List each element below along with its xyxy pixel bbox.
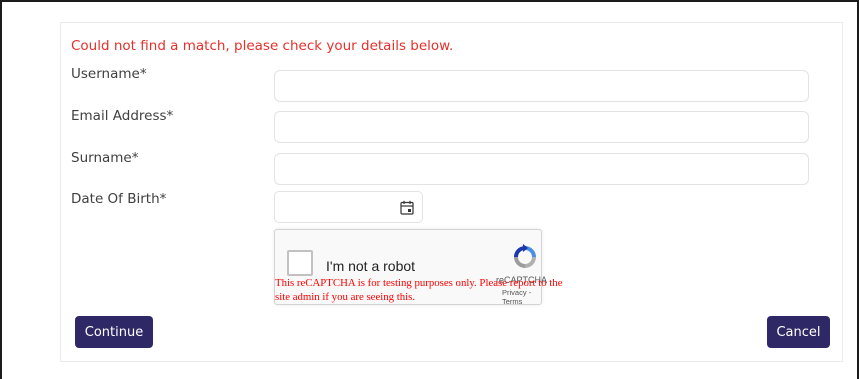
calendar-icon[interactable]: [400, 200, 414, 215]
recaptcha-logo-icon: [514, 244, 536, 268]
email-label: Email Address*: [71, 108, 174, 124]
username-label: Username*: [71, 66, 147, 82]
recaptcha-checkbox[interactable]: [287, 250, 313, 276]
cancel-button[interactable]: Cancel: [767, 316, 830, 348]
dob-input[interactable]: [274, 191, 423, 223]
dob-label: Date Of Birth*: [71, 191, 167, 207]
recaptcha-label: I'm not a robot: [326, 258, 416, 274]
email-input[interactable]: [274, 111, 809, 143]
error-message: Could not find a match, please check you…: [71, 38, 454, 54]
surname-label: Surname*: [71, 150, 139, 166]
username-input[interactable]: [274, 70, 809, 102]
recaptcha-widget: I'm not a robot reCAPTCHA Privacy - Term…: [274, 229, 562, 306]
recaptcha-warning: This reCAPTCHA is for testing purposes o…: [275, 277, 563, 303]
surname-input[interactable]: [274, 153, 809, 185]
continue-button[interactable]: Continue: [75, 316, 153, 348]
